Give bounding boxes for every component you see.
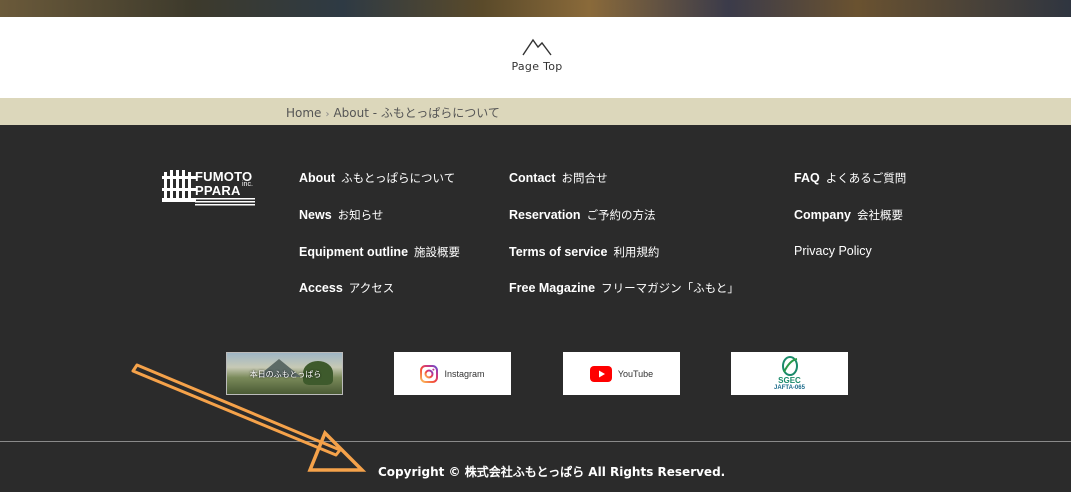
page-top-label: Page Top [511,60,563,73]
footer-link-label: News [299,208,332,222]
footer-link-label-ja: よくあるご質問 [825,171,907,185]
banner-sgec[interactable]: SGEC JAFTA-065 [731,352,848,395]
logo-inc: inc. [242,181,253,188]
footer-link-faq[interactable]: FAQ よくあるご質問 [794,170,906,186]
banner-label: YouTube [617,368,654,379]
fence-logo-icon [162,170,196,202]
footer-link-label: Contact [509,171,556,185]
company-logo[interactable]: FUMOTO PPARA inc. [162,168,258,208]
footer-link-label: Reservation [509,208,581,222]
youtube-icon [589,365,612,382]
banner-youtube[interactable]: YouTube [563,352,680,395]
sgec-label: SGEC [778,376,801,385]
footer-link-news[interactable]: News お知らせ [299,207,383,223]
footer-link-privacy[interactable]: Privacy Policy [794,244,872,258]
footer-link-label: Equipment outline [299,245,409,259]
footer-link-label-ja: フリーマガジン「ふもと」 [601,281,739,295]
footer-link-label: Access [299,281,343,295]
footer-link-reservation[interactable]: Reservation ご予約の方法 [509,207,656,223]
copyright-text: Copyright © 株式会社ふもとっぱら All Rights Reserv… [378,465,726,479]
sgec-code: JAFTA-065 [774,385,805,391]
footer-link-terms[interactable]: Terms of service 利用規約 [509,244,659,260]
footer-link-magazine[interactable]: Free Magazine フリーマガジン「ふもと」 [509,280,739,296]
page-top-button[interactable]: Page Top [497,37,577,81]
footer-link-label: About [299,171,336,185]
footer-link-label-ja: ご予約の方法 [586,208,656,222]
footer-link-access[interactable]: Access アクセス [299,280,394,296]
breadcrumb-separator: › [325,109,330,120]
footer-link-label-ja: 施設概要 [414,245,461,259]
footer-link-contact[interactable]: Contact お問合せ [509,170,608,186]
breadcrumb-current[interactable]: About - ふもとっぱらについて [333,106,499,120]
breadcrumb-home[interactable]: Home [286,106,321,120]
footer-link-label: Terms of service [509,245,608,259]
hero-image-strip [0,0,1071,17]
logo-text-line2: PPARA [195,183,241,198]
footer-link-label-ja: 利用規約 [613,245,660,259]
page-top-area: Page Top [0,17,1071,98]
footer-link-label-ja: ふもとっぱらについて [341,171,456,185]
banner-label: Instagram [444,368,485,379]
footer-divider [0,441,1071,442]
footer-link-label: Company [794,208,851,222]
banner-instagram[interactable]: Instagram [394,352,511,395]
breadcrumb: Home › About - ふもとっぱらについて [0,98,1071,125]
footer-link-company[interactable]: Company 会社概要 [794,207,903,223]
footer-link-label-ja: お問合せ [561,171,608,185]
footer-link-label-ja: アクセス [348,281,395,295]
mountain-icon [522,38,552,56]
logo-stripes [195,198,255,206]
footer-link-equipment[interactable]: Equipment outline 施設概要 [299,244,460,260]
footer-link-label-ja: 会社概要 [856,208,903,222]
footer-link-label-ja: お知らせ [337,208,384,222]
sgec-leaf-icon [782,356,798,376]
instagram-icon [420,364,439,383]
site-footer: FUMOTO PPARA inc. About ふもとっぱらについて News お知… [0,125,1071,492]
banner-today-fumotoppara[interactable]: 本日のふもとっぱら [226,352,343,395]
footer-link-label: FAQ [794,171,820,185]
banner-caption: 本日のふもとっぱら [249,370,322,379]
footer-link-label: Free Magazine [509,281,596,295]
footer-link-label: Privacy Policy [794,244,872,258]
footer-link-about[interactable]: About ふもとっぱらについて [299,170,455,186]
